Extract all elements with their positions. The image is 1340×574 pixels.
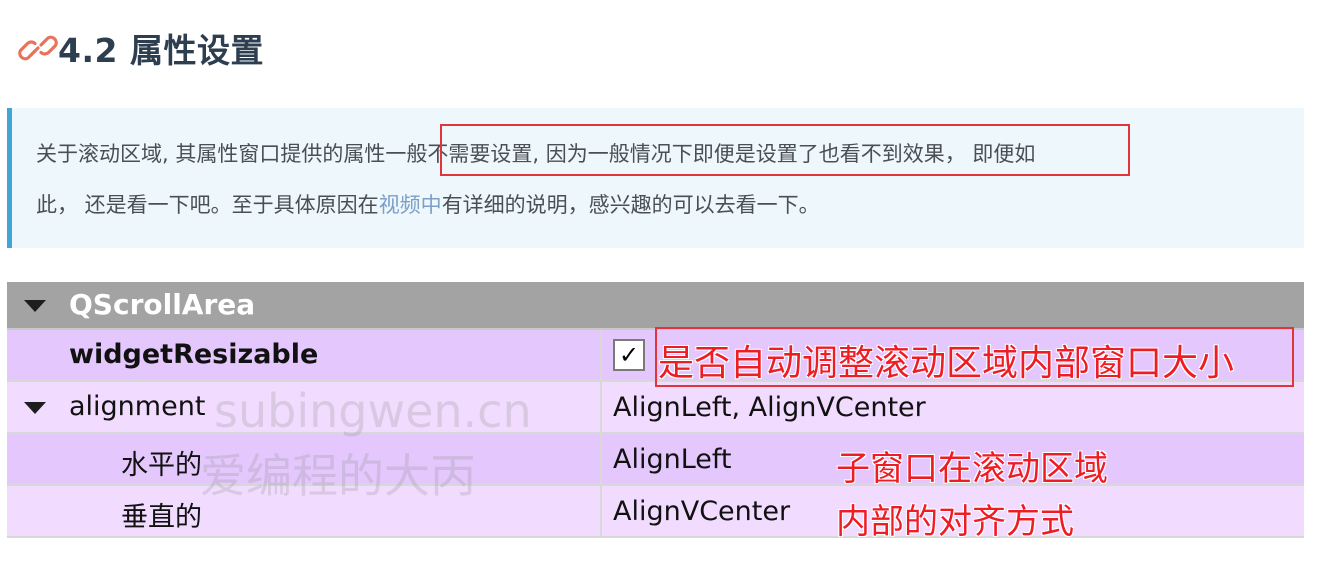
column-divider bbox=[600, 434, 602, 484]
quote-line-2: 此， 还是看一下吧。至于具体原因在视频中有详细的说明，感兴趣的可以去看一下。 bbox=[36, 190, 820, 220]
widgetresizable-checkbox[interactable]: ✓ bbox=[613, 339, 645, 371]
section-heading: 4.2 属性设置 bbox=[18, 22, 264, 74]
property-value[interactable]: AlignLeft bbox=[613, 444, 732, 475]
annotation-widgetresizable: 是否自动调整滚动区域内部窗口大小 bbox=[658, 343, 1235, 384]
quote-text-after-link: 有详细的说明，感兴趣的可以去看一下。 bbox=[441, 193, 820, 217]
property-name: widgetResizable bbox=[69, 339, 319, 370]
property-name: 水平的 bbox=[121, 450, 202, 481]
property-name: 垂直的 bbox=[121, 502, 202, 533]
video-link[interactable]: 视频中 bbox=[379, 193, 442, 217]
column-divider bbox=[600, 486, 602, 536]
expand-triangle-icon[interactable] bbox=[24, 402, 46, 414]
property-value[interactable]: AlignVCenter bbox=[613, 496, 790, 527]
property-editor-table: QScrollArea widgetResizable ✓ alignment … bbox=[7, 282, 1304, 538]
page-title: 4.2 属性设置 bbox=[58, 31, 264, 70]
collapse-triangle-icon[interactable] bbox=[24, 300, 46, 312]
annotation-alignment-line1: 子窗口在滚动区域 bbox=[836, 449, 1108, 489]
quote-highlight-box bbox=[440, 124, 1130, 176]
quote-text-before-link: 此， 还是看一下吧。至于具体原因在 bbox=[36, 193, 379, 217]
property-row-horizontal[interactable]: 水平的 AlignLeft bbox=[7, 434, 1304, 486]
link-icon[interactable] bbox=[18, 28, 58, 68]
property-group-header[interactable]: QScrollArea bbox=[7, 282, 1304, 330]
property-row-alignment[interactable]: alignment AlignLeft, AlignVCenter bbox=[7, 382, 1304, 434]
class-name-label: QScrollArea bbox=[69, 288, 256, 321]
property-value[interactable]: AlignLeft, AlignVCenter bbox=[613, 392, 926, 423]
column-divider bbox=[600, 330, 602, 380]
property-row-vertical[interactable]: 垂直的 AlignVCenter bbox=[7, 486, 1304, 538]
column-divider bbox=[600, 382, 602, 432]
property-name: alignment bbox=[69, 391, 206, 422]
annotation-alignment-line2: 内部的对齐方式 bbox=[836, 502, 1074, 542]
